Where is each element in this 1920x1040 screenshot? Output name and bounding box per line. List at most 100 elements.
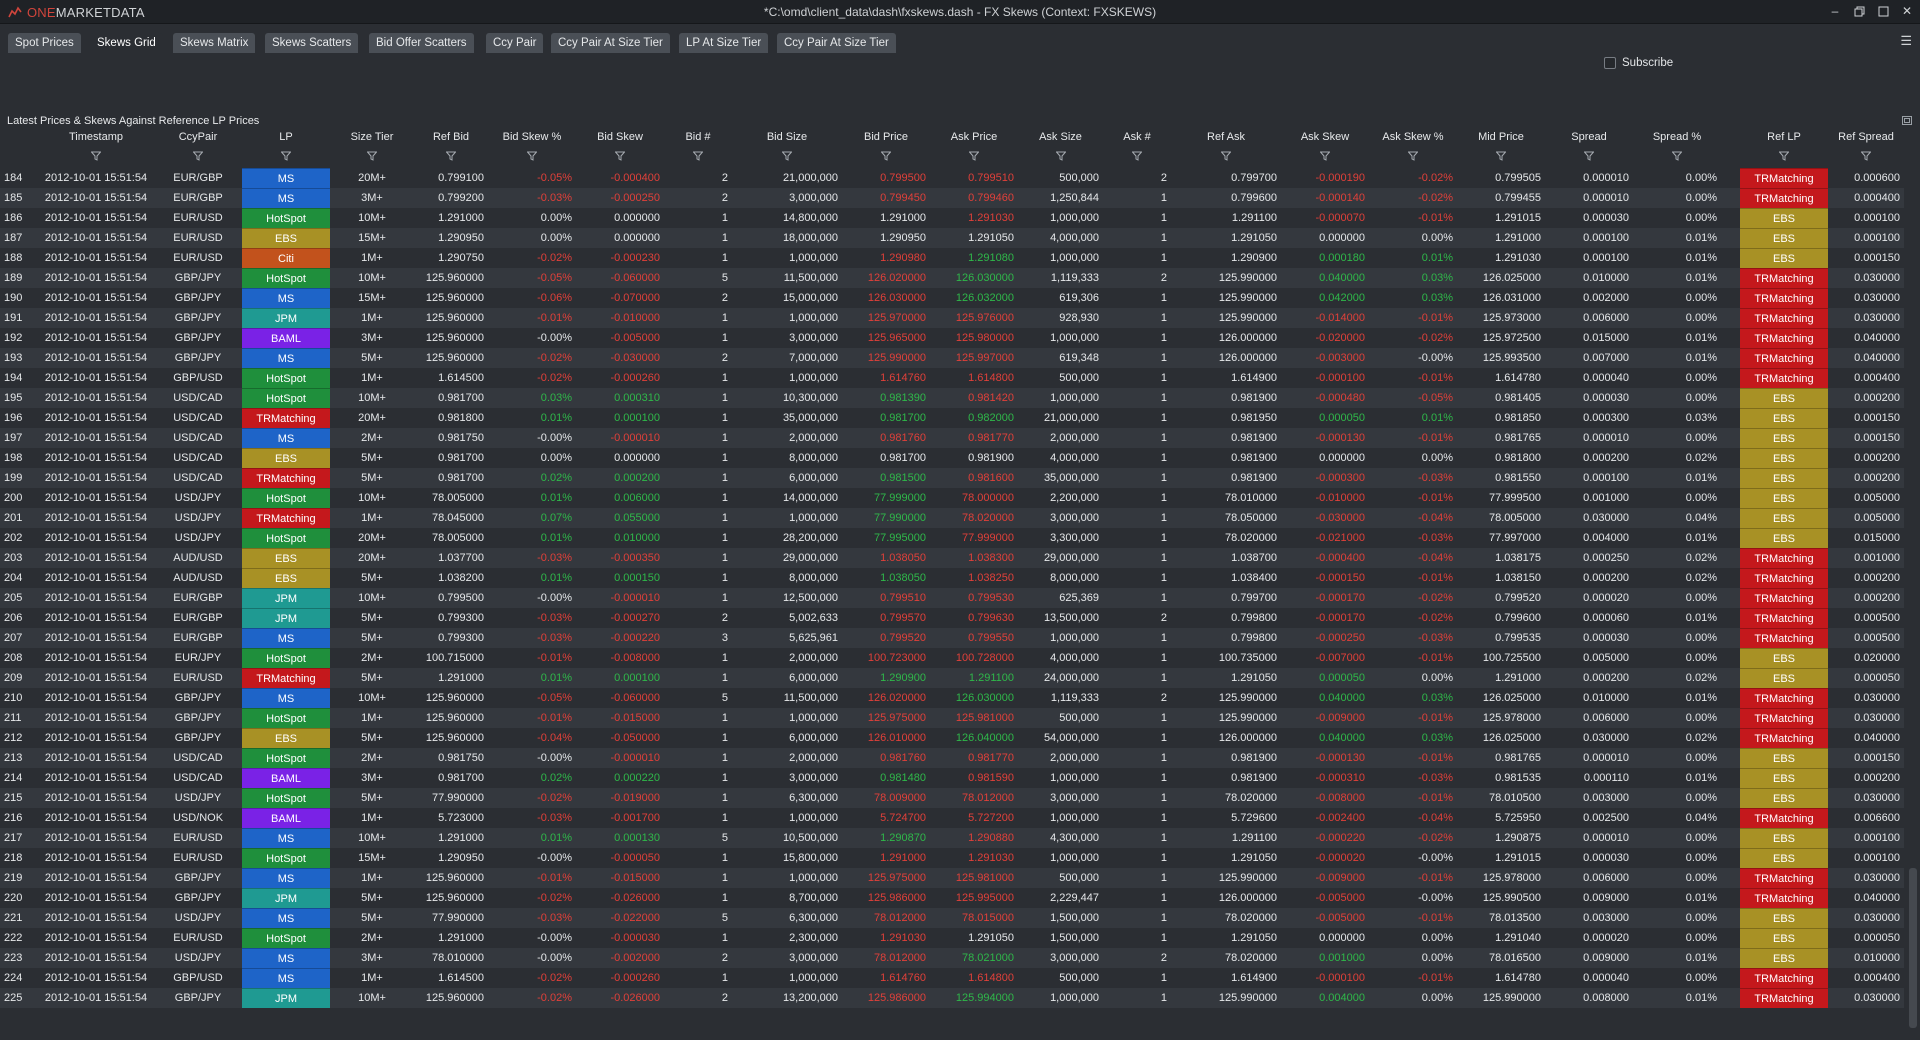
filter-icon[interactable]: [36, 151, 156, 163]
table-row[interactable]: 219 2012-10-01 15:51:54 GBP/JPY MS 1M+ 125.96…: [0, 868, 1904, 888]
column-header-ask-price[interactable]: Ask Price: [930, 131, 1018, 145]
tab-ccy-pair-at-size-tier[interactable]: Ccy Pair At Size Tier: [551, 33, 670, 53]
table-row[interactable]: 188 2012-10-01 15:51:54 EUR/USD Citi 1M+ 1.29…: [0, 248, 1904, 268]
filter-icon[interactable]: [242, 151, 330, 163]
column-header-timestamp[interactable]: Timestamp: [36, 131, 156, 145]
table-row[interactable]: 209 2012-10-01 15:51:54 EUR/USD TRMatching 5…: [0, 668, 1904, 688]
table-row[interactable]: 217 2012-10-01 15:51:54 EUR/USD MS 10M+ 1.291…: [0, 828, 1904, 848]
table-row[interactable]: 195 2012-10-01 15:51:54 USD/CAD HotSpot 10M+…: [0, 388, 1904, 408]
table-row[interactable]: 223 2012-10-01 15:51:54 USD/JPY MS 3M+ 78.010…: [0, 948, 1904, 968]
table-row[interactable]: 189 2012-10-01 15:51:54 GBP/JPY HotSpot 10M+…: [0, 268, 1904, 288]
table-row[interactable]: 206 2012-10-01 15:51:54 EUR/GBP JPM 5M+ 0.799…: [0, 608, 1904, 628]
column-header-bid-skew[interactable]: Bid Skew: [576, 131, 664, 145]
table-row[interactable]: 199 2012-10-01 15:51:54 USD/CAD TRMatching 5…: [0, 468, 1904, 488]
column-header-ask-size[interactable]: Ask Size: [1018, 131, 1103, 145]
filter-icon[interactable]: [1103, 151, 1171, 163]
table-row[interactable]: 201 2012-10-01 15:51:54 USD/JPY TRMatching 1…: [0, 508, 1904, 528]
table-row[interactable]: 185 2012-10-01 15:51:54 EUR/GBP MS 3M+ 0.7992…: [0, 188, 1904, 208]
hamburger-menu-icon[interactable]: ☰: [1900, 33, 1912, 49]
filter-icon[interactable]: [1457, 151, 1545, 163]
scrollbar-thumb[interactable]: [1909, 868, 1917, 1028]
table-row[interactable]: 187 2012-10-01 15:51:54 EUR/USD EBS 15M+ 1.29…: [0, 228, 1904, 248]
column-header-ccypair[interactable]: CcyPair: [156, 131, 240, 145]
tab-spot-prices[interactable]: Spot Prices: [8, 33, 81, 53]
tab-bid-offer-scatters[interactable]: Bid Offer Scatters: [369, 33, 474, 53]
table-row[interactable]: 224 2012-10-01 15:51:54 GBP/USD MS 1M+ 1.6145…: [0, 968, 1904, 988]
column-header-ask-skew[interactable]: Ask Skew: [1281, 131, 1369, 145]
vertical-scrollbar[interactable]: [1906, 128, 1920, 1028]
tab-ccy-pair[interactable]: Ccy Pair: [486, 33, 544, 53]
table-row[interactable]: 184 2012-10-01 15:51:54 EUR/GBP MS 20M+ 0.799…: [0, 168, 1904, 188]
column-header-ref-lp[interactable]: Ref LP: [1740, 131, 1828, 145]
minimize-icon[interactable]: –: [1828, 4, 1842, 18]
filter-icon[interactable]: [842, 151, 930, 163]
table-row[interactable]: 190 2012-10-01 15:51:54 GBP/JPY MS 15M+ 125.9…: [0, 288, 1904, 308]
filter-icon[interactable]: [414, 151, 488, 163]
column-header-bid-size[interactable]: Bid Size: [732, 131, 842, 145]
filter-icon[interactable]: [1171, 151, 1281, 163]
filter-icon[interactable]: [1633, 151, 1721, 163]
table-row[interactable]: 200 2012-10-01 15:51:54 USD/JPY HotSpot 10M+…: [0, 488, 1904, 508]
filter-icon[interactable]: [1545, 151, 1633, 163]
table-row[interactable]: 212 2012-10-01 15:51:54 GBP/JPY EBS 5M+ 125.9…: [0, 728, 1904, 748]
table-row[interactable]: 216 2012-10-01 15:51:54 USD/NOK BAML 1M+ 5.72…: [0, 808, 1904, 828]
column-header-mid-price[interactable]: Mid Price: [1457, 131, 1545, 145]
table-row[interactable]: 214 2012-10-01 15:51:54 USD/CAD BAML 3M+ 0.98…: [0, 768, 1904, 788]
column-header-ref-spread[interactable]: Ref Spread: [1828, 131, 1904, 145]
table-row[interactable]: 197 2012-10-01 15:51:54 USD/CAD MS 2M+ 0.9817…: [0, 428, 1904, 448]
table-row[interactable]: 221 2012-10-01 15:51:54 USD/JPY MS 5M+ 77.990…: [0, 908, 1904, 928]
column-header-bid-skew[interactable]: Bid Skew %: [488, 131, 576, 145]
column-header-ask-skew[interactable]: Ask Skew %: [1369, 131, 1457, 145]
table-row[interactable]: 202 2012-10-01 15:51:54 USD/JPY HotSpot 20M+…: [0, 528, 1904, 548]
column-header-lp[interactable]: LP: [242, 131, 330, 145]
table-row[interactable]: 191 2012-10-01 15:51:54 GBP/JPY JPM 1M+ 125.9…: [0, 308, 1904, 328]
filter-icon[interactable]: [1018, 151, 1103, 163]
table-row[interactable]: 208 2012-10-01 15:51:54 EUR/JPY HotSpot 2M+ 1…: [0, 648, 1904, 668]
table-row[interactable]: 198 2012-10-01 15:51:54 USD/CAD EBS 5M+ 0.981…: [0, 448, 1904, 468]
table-row[interactable]: 203 2012-10-01 15:51:54 AUD/USD EBS 20M+ 1.03…: [0, 548, 1904, 568]
table-row[interactable]: 192 2012-10-01 15:51:54 GBP/JPY BAML 3M+ 125.…: [0, 328, 1904, 348]
column-header-ref-bid[interactable]: Ref Bid: [414, 131, 488, 145]
filter-icon[interactable]: [732, 151, 842, 163]
tab-ccy-pair-at-size-tier-2[interactable]: Ccy Pair At Size Tier: [777, 33, 896, 53]
table-row[interactable]: 196 2012-10-01 15:51:54 USD/CAD TRMatching 2…: [0, 408, 1904, 428]
table-row[interactable]: 213 2012-10-01 15:51:54 USD/CAD HotSpot 2M+ 0…: [0, 748, 1904, 768]
table-row[interactable]: 194 2012-10-01 15:51:54 GBP/USD HotSpot 1M+ 1…: [0, 368, 1904, 388]
table-row[interactable]: 225 2012-10-01 15:51:54 GBP/JPY JPM 10M+ 125.…: [0, 988, 1904, 1008]
filter-icon[interactable]: [330, 151, 414, 163]
restore-icon[interactable]: [1852, 4, 1866, 18]
column-header-spread[interactable]: Spread %: [1633, 131, 1721, 145]
column-header-bid[interactable]: Bid #: [664, 131, 732, 145]
column-header-ref-ask[interactable]: Ref Ask: [1171, 131, 1281, 145]
filter-icon[interactable]: [1828, 151, 1904, 163]
maximize-panel-icon[interactable]: [1902, 116, 1912, 125]
filter-icon[interactable]: [930, 151, 1018, 163]
column-header-size-tier[interactable]: Size Tier: [330, 131, 414, 145]
filter-icon[interactable]: [664, 151, 732, 163]
filter-icon[interactable]: [488, 151, 576, 163]
column-header-bid-price[interactable]: Bid Price: [842, 131, 930, 145]
column-header-row-index[interactable]: [0, 131, 36, 145]
table-row[interactable]: 210 2012-10-01 15:51:54 GBP/JPY MS 10M+ 125.9…: [0, 688, 1904, 708]
table-row[interactable]: 205 2012-10-01 15:51:54 EUR/GBP JPM 10M+ 0.79…: [0, 588, 1904, 608]
tab-skews-scatters[interactable]: Skews Scatters: [265, 33, 359, 53]
subscribe-checkbox[interactable]: Subscribe: [1604, 57, 1673, 69]
filter-icon[interactable]: [1281, 151, 1369, 163]
tab-skews-grid[interactable]: Skews Grid: [90, 33, 163, 53]
filter-icon[interactable]: [1740, 151, 1828, 163]
table-row[interactable]: 204 2012-10-01 15:51:54 AUD/USD EBS 5M+ 1.038…: [0, 568, 1904, 588]
column-header-spread[interactable]: Spread: [1545, 131, 1633, 145]
filter-icon[interactable]: [156, 151, 240, 163]
maximize-icon[interactable]: [1876, 4, 1890, 18]
table-row[interactable]: 207 2012-10-01 15:51:54 EUR/GBP MS 5M+ 0.7993…: [0, 628, 1904, 648]
close-icon[interactable]: ✕: [1900, 4, 1914, 18]
checkbox-icon[interactable]: [1604, 57, 1616, 69]
table-row[interactable]: 220 2012-10-01 15:51:54 GBP/JPY JPM 5M+ 125.9…: [0, 888, 1904, 908]
column-header-ask[interactable]: Ask #: [1103, 131, 1171, 145]
table-row[interactable]: 211 2012-10-01 15:51:54 GBP/JPY HotSpot 1M+ 1…: [0, 708, 1904, 728]
table-row[interactable]: 222 2012-10-01 15:51:54 EUR/USD HotSpot 2M+ 1…: [0, 928, 1904, 948]
tab-skews-matrix[interactable]: Skews Matrix: [173, 33, 256, 53]
table-row[interactable]: 218 2012-10-01 15:51:54 EUR/USD HotSpot 15M+…: [0, 848, 1904, 868]
filter-icon[interactable]: [576, 151, 664, 163]
table-row[interactable]: 186 2012-10-01 15:51:54 EUR/USD HotSpot 10M+…: [0, 208, 1904, 228]
